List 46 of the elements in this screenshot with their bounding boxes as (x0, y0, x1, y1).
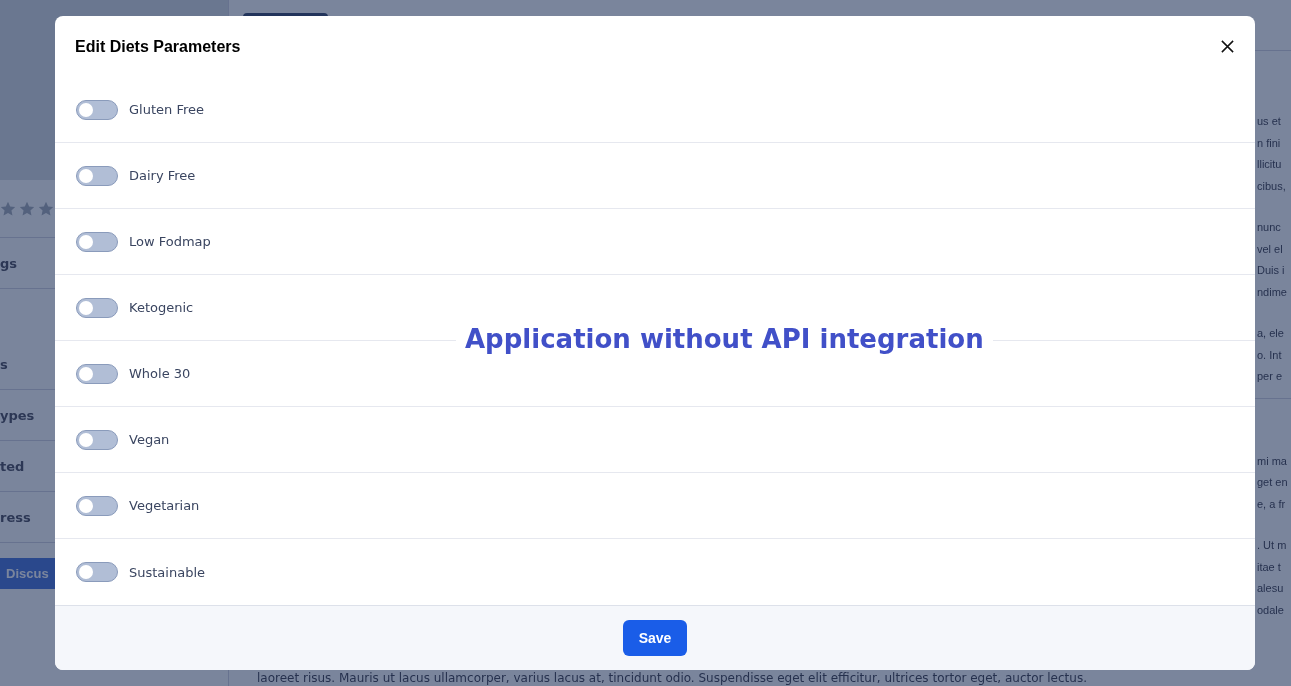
nav-item[interactable]: s (0, 356, 8, 372)
toggle-switch[interactable] (76, 562, 118, 582)
close-icon[interactable] (1220, 39, 1235, 54)
option-label: Sustainable (129, 564, 205, 580)
text-line: us et (1257, 114, 1282, 129)
toggle-switch[interactable] (76, 495, 118, 516)
text-line: mi ma (1257, 453, 1288, 469)
text-line: cibus, (1257, 178, 1287, 194)
star-icon (0, 200, 16, 217)
toggle-switch[interactable] (76, 231, 118, 252)
option-label: Dairy Free (129, 168, 196, 183)
toggle-switch[interactable] (76, 297, 118, 318)
option-label: Vegan (129, 432, 170, 447)
text-line: vel el (1257, 241, 1284, 257)
star-icon (38, 200, 54, 217)
text-line: o. Int (1257, 347, 1283, 363)
nav-item[interactable]: ted (0, 458, 25, 474)
text-line: per e (1257, 369, 1284, 384)
text-line: ndime (1257, 284, 1288, 300)
text-line: e, a fr (1257, 496, 1287, 512)
star-icon (19, 200, 35, 217)
dialog-title: Edit Diets Parameters (75, 37, 241, 56)
text-line: laoreet risus. Mauris ut lacus ullamcorper, varius lacus at, tincidunt odio. Suspendisse eget elit efficitur, ultrices tortor eget, auctor lectus. (257, 671, 1087, 685)
option-label: Whole 30 (129, 366, 191, 381)
toggle-switch[interactable] (76, 165, 118, 186)
text-line: n fini (1257, 135, 1282, 151)
option-label: Low Fodmap (129, 234, 211, 249)
option-label: Vegetarian (129, 498, 200, 513)
option-label: Ketogenic (129, 300, 194, 315)
text-line: odale (1257, 602, 1285, 618)
toggle-switch[interactable] (76, 429, 118, 450)
save-button[interactable]: Save (623, 620, 687, 656)
option-label: Gluten Free (129, 102, 204, 117)
text-line: . Ut m (1257, 538, 1288, 553)
text-line: alesu (1257, 581, 1285, 596)
text-line: itae t (1257, 559, 1282, 575)
nav-item[interactable]: ress (0, 509, 31, 525)
text-line: get en (1257, 475, 1289, 490)
text-line: a, ele (1257, 326, 1285, 341)
text-line: Duis i (1257, 263, 1286, 278)
toggle-switch[interactable] (76, 99, 118, 120)
text-line: nunc (1257, 220, 1282, 235)
text-line: llicitu (1257, 157, 1283, 172)
nav-item[interactable]: ypes (0, 407, 35, 423)
nav-item[interactable]: gs (0, 255, 18, 271)
toggle-switch[interactable] (76, 363, 118, 384)
